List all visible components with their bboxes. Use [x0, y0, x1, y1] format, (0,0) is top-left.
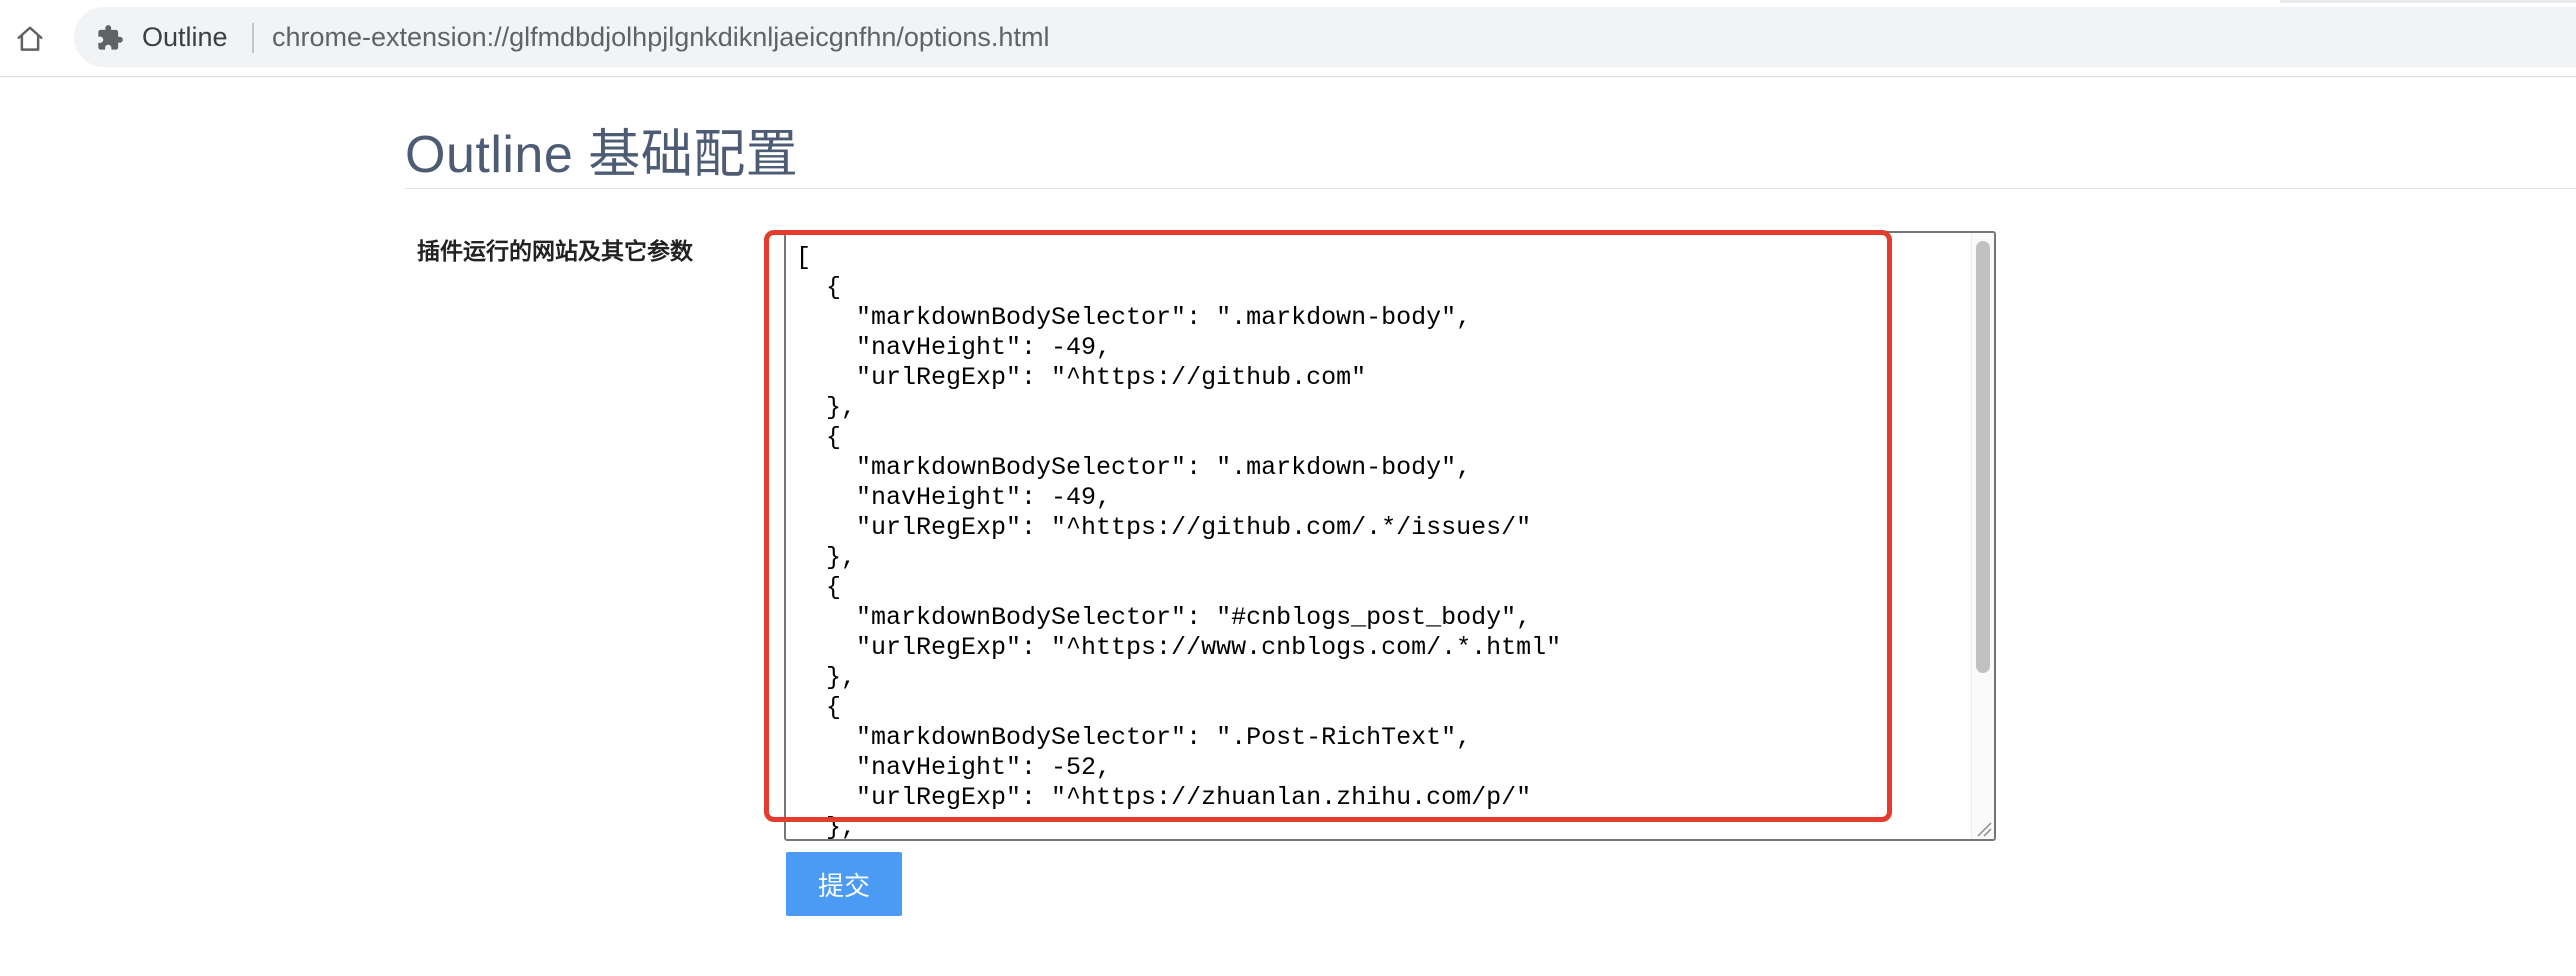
puzzle-piece-icon — [98, 25, 123, 50]
toolbar-edge-line — [2280, 0, 2576, 3]
resize-grip-icon[interactable] — [1974, 819, 1992, 837]
chip-divider — [252, 23, 254, 53]
home-button[interactable] — [10, 19, 50, 59]
textarea-scrollbar[interactable] — [1971, 233, 1994, 839]
extension-name-chip[interactable]: Outline — [142, 7, 228, 67]
home-icon — [17, 26, 43, 51]
config-textarea-container: [ { "markdownBodySelector": ".markdown-b… — [784, 231, 1996, 841]
config-field-label: 插件运行的网站及其它参数 — [417, 238, 693, 264]
title-divider — [405, 188, 2576, 189]
browser-toolbar: Outline chrome-extension://glfmdbdjolhpj… — [0, 0, 2576, 77]
address-bar[interactable]: Outline chrome-extension://glfmdbdjolhpj… — [74, 7, 2576, 67]
page-title: Outline 基础配置 — [405, 126, 799, 184]
config-json-textarea[interactable]: [ { "markdownBodySelector": ".markdown-b… — [786, 233, 1972, 839]
scrollbar-thumb[interactable] — [1976, 241, 1990, 673]
url-text[interactable]: chrome-extension://glfmdbdjolhpjlgnkdikn… — [272, 7, 1049, 67]
submit-button[interactable]: 提交 — [786, 852, 902, 916]
